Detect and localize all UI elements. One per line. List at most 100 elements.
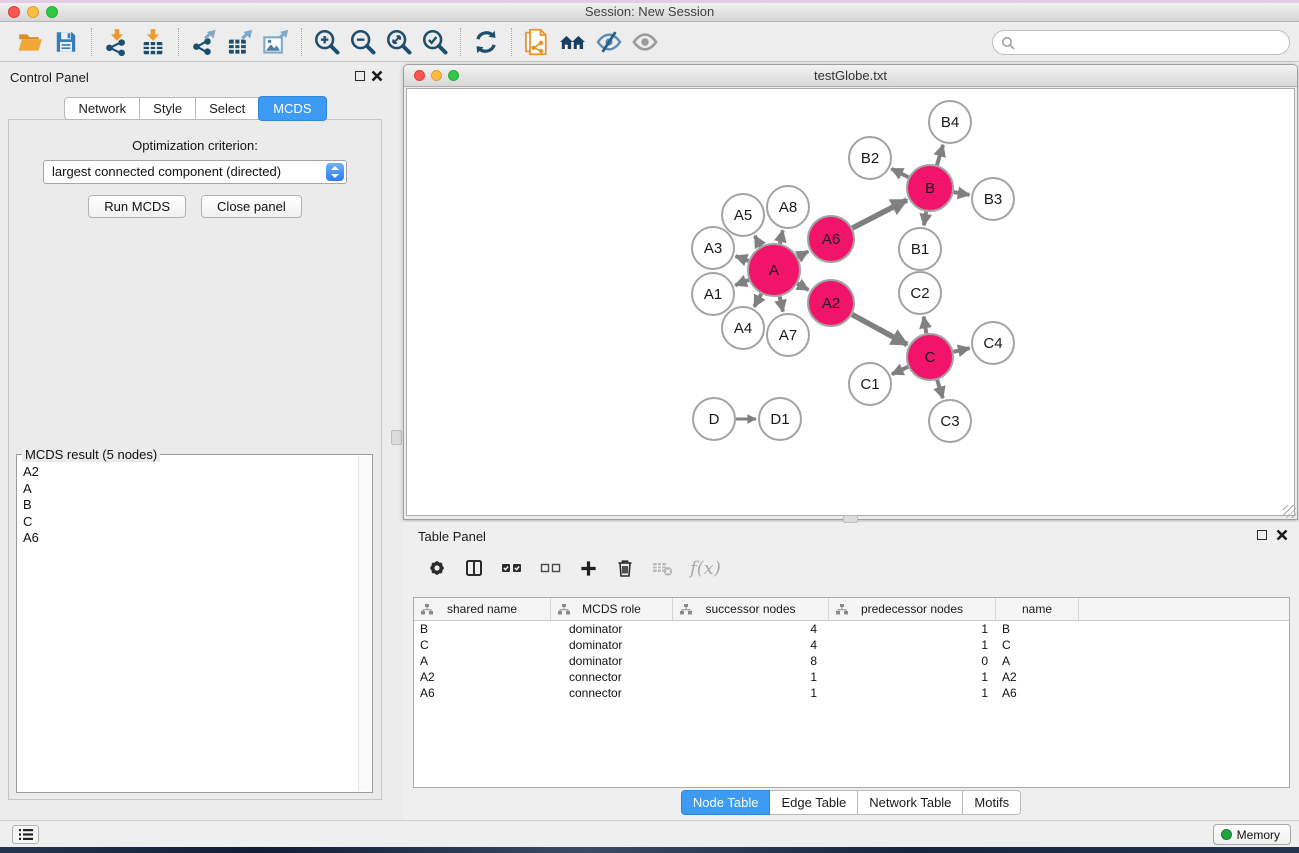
show-all-icon[interactable]	[627, 25, 663, 59]
graph-edge-B-B2[interactable]	[891, 169, 908, 178]
tab-mcds[interactable]: MCDS	[258, 96, 326, 121]
export-image-icon[interactable]	[258, 25, 294, 59]
vertical-splitter-handle[interactable]	[391, 430, 402, 445]
tab-motifs[interactable]: Motifs	[963, 790, 1021, 815]
graph-edge-A6-B[interactable]	[852, 200, 907, 228]
export-network-icon[interactable]	[186, 25, 222, 59]
float-panel-icon[interactable]	[355, 71, 365, 81]
close-panel-icon[interactable]	[371, 70, 383, 82]
save-session-icon[interactable]	[48, 25, 84, 59]
table-row[interactable]: Cdominator41C	[414, 637, 1289, 653]
memory-button[interactable]: Memory	[1213, 824, 1291, 845]
criterion-dropdown[interactable]: largest connected component (directed)	[43, 160, 347, 184]
table-row[interactable]: A2connector11A2	[414, 669, 1289, 685]
column-header-successor-nodes[interactable]: successor nodes	[673, 598, 829, 620]
toolbar-search-field[interactable]	[992, 30, 1290, 55]
table-cell: 1	[829, 622, 996, 636]
graph-edge-C-C2[interactable]	[924, 317, 927, 334]
table-cell: B	[996, 622, 1079, 636]
search-input[interactable]	[1020, 35, 1281, 50]
criterion-dropdown-value: largest connected component (directed)	[44, 161, 346, 183]
table-cell: connector	[551, 670, 673, 684]
cyndex-browse-icon[interactable]	[555, 25, 591, 59]
tab-node-table[interactable]: Node Table	[681, 790, 771, 815]
graph-edge-A-A6[interactable]	[798, 251, 808, 257]
delete-table-icon[interactable]	[652, 559, 673, 577]
open-session-icon[interactable]	[12, 25, 48, 59]
zoom-network-window-button[interactable]	[448, 70, 459, 81]
zoom-in-icon[interactable]	[309, 25, 345, 59]
graph-edge-A-A3[interactable]	[736, 256, 749, 261]
delete-row-icon[interactable]	[615, 558, 635, 578]
export-table-icon[interactable]	[222, 25, 258, 59]
table-cell: A2	[996, 670, 1079, 684]
table-cell: 1	[829, 686, 996, 700]
import-table-icon[interactable]	[135, 25, 171, 59]
tab-edge-table[interactable]: Edge Table	[770, 790, 858, 815]
graph-edge-A-A4[interactable]	[754, 294, 761, 307]
deselect-all-checks-icon[interactable]	[540, 561, 562, 575]
tab-network-table[interactable]: Network Table	[858, 790, 963, 815]
column-header-name[interactable]: name	[996, 598, 1079, 620]
settings-gear-icon[interactable]	[427, 558, 447, 578]
add-row-icon[interactable]	[579, 559, 598, 578]
close-panel-button[interactable]: Close panel	[201, 195, 302, 218]
graph-edge-C-C1[interactable]	[892, 367, 908, 374]
mcds-result-item[interactable]: A2	[18, 464, 357, 481]
minimize-window-button[interactable]	[27, 6, 39, 18]
select-all-checks-icon[interactable]	[501, 561, 523, 575]
tab-select[interactable]: Select	[196, 97, 259, 120]
zoom-window-button[interactable]	[46, 6, 58, 18]
graph-node-label-A1: A1	[704, 286, 722, 303]
tab-network[interactable]: Network	[64, 97, 140, 120]
function-builder-icon[interactable]: f(x)	[690, 558, 721, 579]
graph-edge-A-A2[interactable]	[797, 284, 808, 290]
graph-edge-C-C3[interactable]	[937, 380, 943, 398]
hide-selected-icon[interactable]	[591, 25, 627, 59]
graph-edge-C-C4[interactable]	[953, 348, 969, 352]
table-row[interactable]: Bdominator41B	[414, 621, 1289, 637]
zoom-selected-icon[interactable]	[417, 25, 453, 59]
column-header-shared-name[interactable]: shared name	[414, 598, 551, 620]
table-cell: dominator	[551, 638, 673, 652]
graph-edge-A-A8[interactable]	[780, 230, 783, 243]
column-header-mcds-role[interactable]: MCDS role	[551, 598, 673, 620]
tab-style[interactable]: Style	[140, 97, 196, 120]
graph-edge-B-B3[interactable]	[954, 192, 970, 195]
graph-node-label-B2: B2	[861, 150, 879, 167]
show-columns-icon[interactable]	[464, 558, 484, 578]
network-window-titlebar: testGlobe.txt	[404, 65, 1297, 87]
table-row[interactable]: A6connector11A6	[414, 685, 1289, 701]
apply-layout-icon[interactable]	[468, 25, 504, 59]
graph-edge-B-B4[interactable]	[937, 145, 943, 165]
run-mcds-button[interactable]: Run MCDS	[88, 195, 186, 218]
mcds-result-item[interactable]: C	[18, 514, 357, 531]
cytoscape-main-window: Session: New Session	[0, 3, 1299, 847]
minimize-network-window-button[interactable]	[431, 70, 442, 81]
window-resize-grip-icon[interactable]	[1283, 505, 1296, 518]
zoom-fit-icon[interactable]	[381, 25, 417, 59]
network-canvas[interactable]: AA6A2BCA5A8A3A1A4A7B4B2B3B1C2C4C1C3DD1	[406, 88, 1295, 516]
close-table-panel-icon[interactable]	[1276, 529, 1288, 541]
task-history-button[interactable]	[12, 825, 39, 844]
mcds-result-item[interactable]: A6	[18, 530, 357, 547]
graph-edge-A-A5[interactable]	[755, 236, 761, 247]
float-table-panel-icon[interactable]	[1257, 530, 1267, 540]
mcds-result-item[interactable]: B	[18, 497, 357, 514]
table-cell: 8	[673, 654, 829, 668]
result-list-scrollbar[interactable]	[358, 456, 371, 791]
node-table: shared name MCDS role successor nodes pr…	[413, 597, 1290, 788]
mcds-result-item[interactable]: A	[18, 481, 357, 498]
horizontal-splitter-handle[interactable]	[843, 515, 858, 523]
close-window-button[interactable]	[8, 6, 20, 18]
graph-edge-A2-C[interactable]	[852, 314, 907, 344]
graph-edge-A-A1[interactable]	[735, 280, 749, 285]
table-row[interactable]: Adominator80A	[414, 653, 1289, 669]
column-header-predecessor-nodes[interactable]: predecessor nodes	[829, 598, 996, 620]
zoom-out-icon[interactable]	[345, 25, 381, 59]
close-network-window-button[interactable]	[414, 70, 425, 81]
import-network-icon[interactable]	[99, 25, 135, 59]
network-file-icon[interactable]	[519, 25, 555, 59]
graph-edge-A-A7[interactable]	[780, 296, 783, 311]
graph-edge-B-B1[interactable]	[924, 212, 926, 226]
